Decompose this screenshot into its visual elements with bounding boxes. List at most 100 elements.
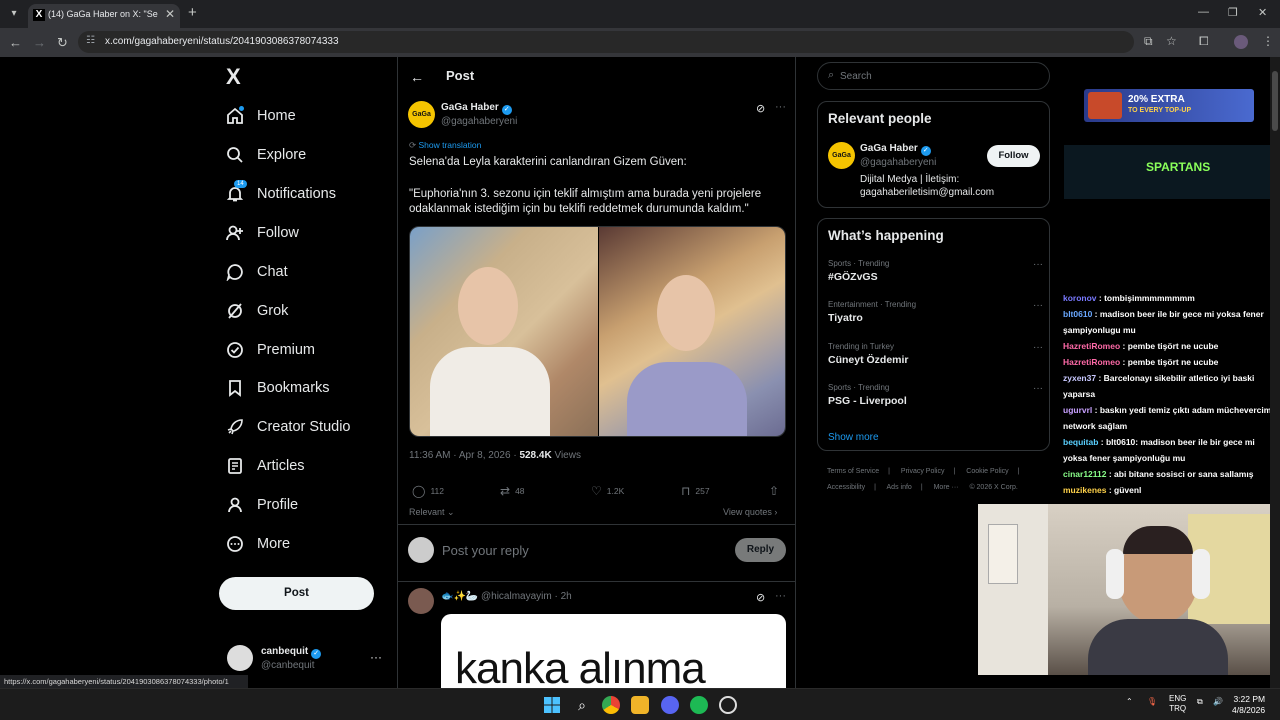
trend-item[interactable]: Sports · Trending #GÖZvGS ··· (828, 259, 1043, 283)
nav-chat-label: Chat (257, 264, 288, 280)
back-icon[interactable]: ← (9, 35, 22, 50)
footer-link[interactable]: More ··· (934, 484, 959, 491)
microphone-icon[interactable]: 🎙 (1147, 697, 1157, 706)
tab-close-icon[interactable]: ✕ (165, 7, 175, 21)
footer-link[interactable]: Accessibility (827, 484, 865, 491)
site-info-icon[interactable]: ☷ (86, 35, 95, 46)
nav-follow[interactable]: Follow (226, 219, 299, 247)
footer-link[interactable]: Ads info (887, 484, 912, 491)
trend-item[interactable]: Sports · Trending PSG - Liverpool ··· (828, 383, 1043, 407)
network-icon[interactable]: ⧉ (1197, 697, 1203, 707)
search-input[interactable]: ⌕ Search (817, 62, 1050, 90)
sort-replies-dropdown[interactable]: Relevant ⌄ (409, 507, 455, 518)
x-logo-icon[interactable]: X (226, 64, 241, 90)
follow-button[interactable]: Follow (987, 145, 1040, 167)
nav-creator-studio-label: Creator Studio (257, 419, 351, 435)
extensions-icon[interactable]: ⧠ (1199, 34, 1209, 49)
trend-item[interactable]: Trending in Turkey Cüneyt Özdemir ··· (828, 342, 1043, 366)
show-translation-link[interactable]: ⟳ Show translation (409, 140, 481, 151)
discord-icon[interactable] (661, 696, 679, 714)
show-more-link[interactable]: Show more (828, 432, 879, 443)
trend-more-icon[interactable]: ··· (1033, 383, 1043, 394)
spotify-icon[interactable] (690, 696, 708, 714)
view-quotes-link[interactable]: View quotes › (723, 507, 777, 517)
file-explorer-icon[interactable] (631, 696, 649, 714)
browser-tab[interactable]: X (14) GaGa Haber on X: "Selena' ✕ (28, 4, 180, 28)
author-avatar[interactable]: GaGa (408, 101, 435, 128)
footer-link[interactable]: Terms of Service (827, 468, 879, 475)
post-more-icon[interactable]: ··· (775, 101, 786, 113)
reply-input[interactable]: Post your reply (442, 543, 529, 558)
share-action[interactable]: ⇧ (769, 484, 784, 498)
windows-start-icon[interactable] (543, 696, 561, 714)
nav-profile[interactable]: Profile (226, 491, 298, 519)
scrollbar-thumb[interactable] (1272, 71, 1278, 131)
media-photo-left[interactable] (410, 227, 598, 436)
post-text-quote: "Euphoria'nın 3. sezonu için teklif almı… (409, 187, 762, 216)
nav-premium[interactable]: Premium (226, 336, 315, 364)
restore-icon[interactable]: ❐ (1228, 6, 1238, 19)
taskbar-clock[interactable]: 3:22 PM 4/8/2026 (1232, 694, 1265, 716)
author-name[interactable]: GaGa Haber ✓ (441, 102, 512, 115)
post-media[interactable] (409, 226, 786, 437)
reply-more-icon[interactable]: ··· (775, 590, 786, 602)
nav-chat[interactable]: Chat (226, 258, 288, 286)
footer-link[interactable]: Privacy Policy (901, 468, 945, 475)
new-tab-button[interactable]: + (188, 4, 197, 21)
input-language[interactable]: ENG TRQ (1169, 694, 1186, 714)
address-bar[interactable]: ☷ x.com/gagahaberyeni/status/20419030863… (78, 31, 1134, 53)
relevant-person-handle[interactable]: @gagahaberyeni (860, 157, 936, 168)
grok-explain-icon[interactable]: ⊘ (756, 591, 765, 604)
browser-toolbar: ← → ↻ ☷ x.com/gagahaberyeni/status/20419… (0, 28, 1280, 57)
reply-button[interactable]: Reply (735, 538, 786, 562)
browser-menu-icon[interactable]: ⋮ (1262, 34, 1274, 48)
nav-explore[interactable]: Explore (226, 141, 306, 169)
account-avatar[interactable] (227, 645, 253, 671)
account-more-icon[interactable]: ··· (370, 650, 382, 664)
reply-author-name[interactable]: 🐟✨🦢 (441, 591, 478, 602)
profile-avatar-icon[interactable] (1234, 35, 1248, 49)
nav-home[interactable]: Home (226, 102, 296, 130)
minimize-icon[interactable]: — (1198, 6, 1209, 18)
repost-action[interactable]: ⇄ 48 (500, 484, 525, 498)
author-handle[interactable]: @gagahaberyeni (441, 116, 517, 127)
reply-media[interactable]: kanka alınma (441, 614, 786, 688)
nav-creator-studio[interactable]: Creator Studio (226, 413, 351, 441)
close-window-icon[interactable]: ✕ (1258, 6, 1267, 19)
volume-icon[interactable]: 🔊 (1213, 697, 1223, 706)
relevant-person-avatar[interactable]: GaGa (828, 142, 855, 169)
trend-name: PSG - Liverpool (828, 395, 907, 407)
tab-search-icon[interactable]: ▾ (6, 6, 22, 22)
nav-notifications[interactable]: 14 Notifications (226, 180, 336, 208)
bookmark-action[interactable]: ⊓ 257 (681, 484, 710, 498)
bookmark-star-icon[interactable]: ☆ (1166, 34, 1177, 48)
app-icon[interactable] (719, 696, 737, 714)
trend-more-icon[interactable]: ··· (1033, 300, 1043, 311)
relevant-person-name[interactable]: GaGa Haber ✓ (860, 143, 931, 156)
reload-icon[interactable]: ↻ (57, 35, 68, 51)
nav-grok[interactable]: Grok (226, 297, 288, 325)
post-button[interactable]: Post (219, 577, 374, 610)
reply-action[interactable]: ◯ 112 (412, 484, 444, 498)
grok-explain-icon[interactable]: ⊘ (756, 102, 765, 115)
account-name[interactable]: canbequit ✓ (261, 646, 322, 659)
chrome-icon[interactable] (602, 696, 620, 714)
reply-author-handle[interactable]: @hicalmayayim · 2h (481, 591, 572, 602)
back-arrow-icon[interactable]: ← (410, 69, 424, 85)
trend-more-icon[interactable]: ··· (1033, 259, 1043, 270)
tray-chevron-icon[interactable]: ⌃ (1126, 697, 1133, 706)
media-photo-right[interactable] (599, 227, 785, 436)
reply-avatar[interactable] (408, 588, 434, 614)
footer-link[interactable]: Cookie Policy (966, 468, 1008, 475)
page-scrollbar[interactable] (1270, 57, 1280, 688)
trend-more-icon[interactable]: ··· (1033, 342, 1043, 353)
install-app-icon[interactable]: ⧉ (1144, 34, 1153, 49)
like-action[interactable]: ♡ 1.2K (591, 484, 624, 498)
trend-item[interactable]: Entertainment · Trending Tiyatro ··· (828, 300, 1043, 324)
nav-bookmarks[interactable]: Bookmarks (226, 374, 330, 402)
nav-more[interactable]: More (226, 530, 290, 558)
nav-articles[interactable]: Articles (226, 452, 305, 480)
forward-icon[interactable]: → (33, 35, 46, 50)
taskbar-search-icon[interactable]: ⌕ (573, 696, 591, 714)
notification-badge: 14 (234, 180, 247, 188)
